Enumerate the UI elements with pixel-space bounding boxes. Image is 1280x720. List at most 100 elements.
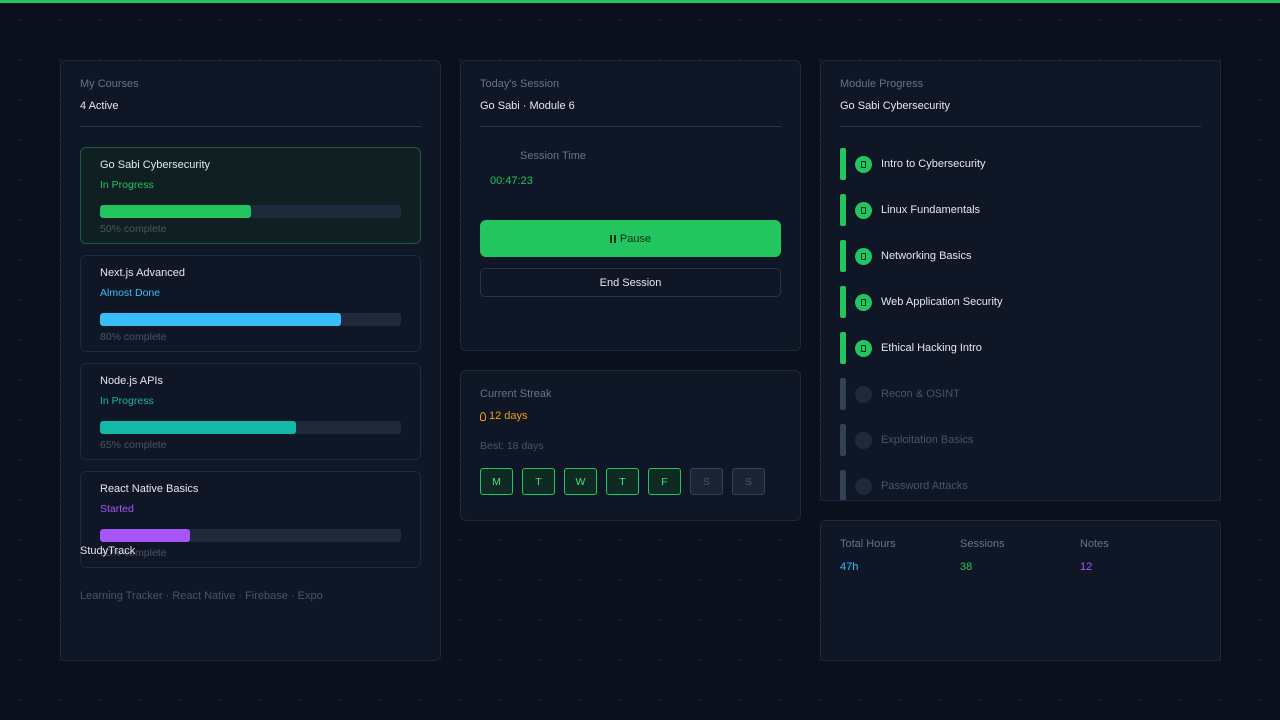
- course-progress-label: 50% complete: [100, 223, 167, 235]
- course-progress-fill: [100, 205, 251, 218]
- module-name: Linux Fundamentals: [881, 204, 981, 216]
- course-progress-fill: [100, 421, 296, 434]
- module-item[interactable]: Ethical Hacking Intro: [840, 332, 1201, 378]
- check-icon: [855, 202, 872, 219]
- course-progress-bar: [100, 421, 401, 434]
- course-progress-fill: [100, 529, 191, 542]
- course-progress-label: 80% complete: [100, 331, 167, 343]
- stat-label: Total Hours: [840, 538, 896, 550]
- divider: [480, 126, 781, 127]
- check-icon: [855, 156, 872, 173]
- stat-notes: Notes 12: [1080, 538, 1109, 573]
- module-item[interactable]: Recon & OSINT: [840, 378, 1201, 424]
- course-name: Go Sabi Cybersecurity: [100, 159, 211, 171]
- course-status: Almost Done: [100, 287, 161, 299]
- streak-days: 12 days: [489, 410, 528, 422]
- session-card: Today's Session Go Sabi · Module 6 Sessi…: [460, 60, 801, 351]
- course-name: Next.js Advanced: [100, 267, 185, 279]
- weekday-box: M: [480, 468, 513, 495]
- module-item[interactable]: Intro to Cybersecurity: [840, 148, 1201, 194]
- module-name: Ethical Hacking Intro: [881, 342, 982, 354]
- session-timer: 00:47:23: [490, 175, 533, 187]
- module-status-bar: [840, 470, 846, 500]
- module-status-bar: [840, 240, 846, 272]
- weekday-box: T: [606, 468, 639, 495]
- streak-best: Best: 18 days: [480, 440, 544, 452]
- session-time-label: Session Time: [520, 150, 587, 162]
- courses-card: My Courses 4 Active Go Sabi Cybersecurit…: [60, 60, 441, 661]
- brand-name: StudyTrack: [80, 545, 136, 557]
- divider: [840, 126, 1201, 127]
- module-course-name: Go Sabi Cybersecurity: [840, 100, 951, 112]
- module-status-bar: [840, 424, 846, 456]
- course-status: In Progress: [100, 179, 154, 191]
- weekday-box: S: [690, 468, 723, 495]
- module-item[interactable]: Linux Fundamentals: [840, 194, 1201, 240]
- course-progress-bar: [100, 529, 401, 542]
- weekday-box: T: [522, 468, 555, 495]
- course-progress-bar: [100, 313, 401, 326]
- streak-value: 12 days: [480, 410, 528, 422]
- stat-value: 47h: [840, 561, 859, 573]
- module-name: Password Attacks: [881, 480, 968, 492]
- module-progress-card: Module Progress Go Sabi Cybersecurity In…: [820, 60, 1221, 501]
- stat-value: 12: [1080, 561, 1093, 573]
- tagline: Learning Tracker · React Native · Fireba…: [80, 590, 323, 602]
- course-name: React Native Basics: [100, 483, 199, 495]
- divider: [80, 126, 421, 127]
- module-status-bar: [840, 378, 846, 410]
- course-progress-label: 65% complete: [100, 439, 167, 451]
- stat-sessions: Sessions 38: [960, 538, 1005, 573]
- module-item[interactable]: Exploitation Basics: [840, 424, 1201, 470]
- module-status-bar: [840, 194, 846, 226]
- module-status-bar: [840, 148, 846, 180]
- module-list[interactable]: Intro to Cybersecurity Linux Fundamental…: [840, 148, 1201, 500]
- check-icon: [855, 340, 872, 357]
- courses-card-label: My Courses: [80, 78, 139, 90]
- course-name: Node.js APIs: [100, 375, 163, 387]
- streak-card-label: Current Streak: [480, 388, 552, 400]
- course-progress-fill: [100, 313, 341, 326]
- course-item[interactable]: Next.js Advanced Almost Done 80% complet…: [80, 255, 421, 352]
- streak-card: Current Streak 12 days Best: 18 days M T…: [460, 370, 801, 521]
- check-icon: [855, 248, 872, 265]
- top-accent-bar: [0, 0, 1280, 3]
- stat-label: Sessions: [960, 538, 1005, 550]
- module-card-label: Module Progress: [840, 78, 924, 90]
- module-name: Web Application Security: [881, 296, 1003, 308]
- module-name: Recon & OSINT: [881, 388, 960, 400]
- end-session-button[interactable]: End Session: [480, 268, 781, 297]
- flame-icon: [480, 411, 486, 421]
- module-name: Exploitation Basics: [881, 434, 974, 446]
- course-progress-bar: [100, 205, 401, 218]
- pause-button[interactable]: Pause: [480, 220, 781, 257]
- module-status-bar: [840, 332, 846, 364]
- pending-circle-icon: [855, 386, 872, 403]
- module-item[interactable]: Web Application Security: [840, 286, 1201, 332]
- pending-circle-icon: [855, 432, 872, 449]
- stat-total-hours: Total Hours 47h: [840, 538, 896, 573]
- module-name: Networking Basics: [881, 250, 972, 262]
- weekday-box: W: [564, 468, 597, 495]
- stats-card: Total Hours 47h Sessions 38 Notes 12: [820, 520, 1221, 661]
- pending-circle-icon: [855, 478, 872, 495]
- course-status: In Progress: [100, 395, 154, 407]
- stat-value: 38: [960, 561, 973, 573]
- session-card-label: Today's Session: [480, 78, 560, 90]
- module-item[interactable]: Networking Basics: [840, 240, 1201, 286]
- pause-icon: [609, 234, 616, 243]
- weekday-box: S: [732, 468, 765, 495]
- weekday-row: M T W T F S S: [480, 468, 765, 495]
- course-status: Started: [100, 503, 134, 515]
- weekday-box: F: [648, 468, 681, 495]
- module-item[interactable]: Password Attacks: [840, 470, 1201, 500]
- courses-active-count: 4 Active: [80, 100, 119, 112]
- pause-button-label: Pause: [619, 232, 652, 245]
- module-name: Intro to Cybersecurity: [881, 158, 986, 170]
- session-module: Go Sabi · Module 6: [480, 100, 575, 112]
- course-item[interactable]: Node.js APIs In Progress 65% complete: [80, 363, 421, 460]
- stat-label: Notes: [1080, 538, 1109, 550]
- check-icon: [855, 294, 872, 311]
- course-item[interactable]: Go Sabi Cybersecurity In Progress 50% co…: [80, 147, 421, 244]
- module-status-bar: [840, 286, 846, 318]
